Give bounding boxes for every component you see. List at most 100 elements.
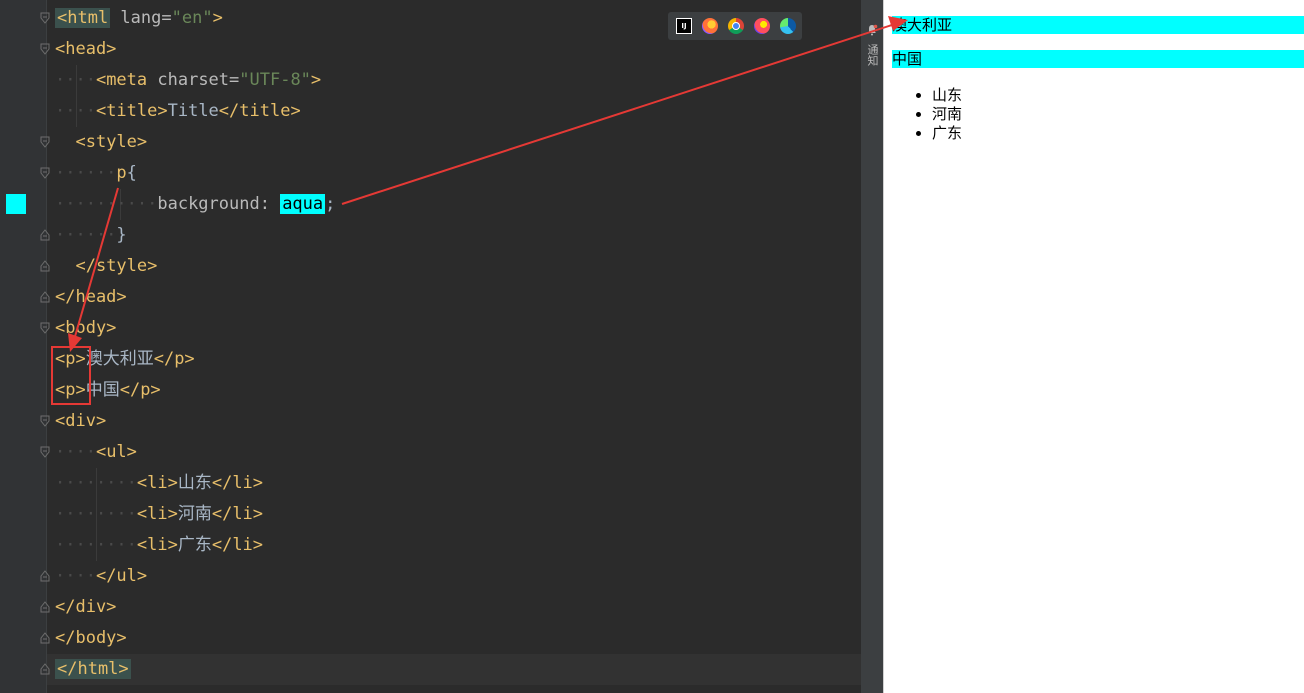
tag-close: </title> xyxy=(218,101,301,121)
whitespace: ···· xyxy=(55,70,96,90)
code-line-17[interactable]: ········<li>河南</li> xyxy=(55,499,263,530)
brace: { xyxy=(126,163,137,183)
code-line-9[interactable]: </style> xyxy=(55,251,157,282)
fold-marker-icon[interactable] xyxy=(40,632,50,644)
attr-name: lang= xyxy=(110,8,172,28)
css-value-aqua: aqua xyxy=(280,194,326,214)
code-line-10[interactable]: </head> xyxy=(55,282,127,313)
code-line-3[interactable]: ····<meta charset="UTF-8"> xyxy=(55,65,321,96)
current-line-highlight xyxy=(47,654,861,685)
fold-marker-icon[interactable] xyxy=(40,229,50,241)
whitespace: ···· xyxy=(55,442,96,462)
fold-marker-icon[interactable] xyxy=(40,415,50,427)
semicolon: ; xyxy=(325,194,336,214)
code-line-7[interactable]: ··········background: aqua; xyxy=(55,189,335,220)
html-close-tag: </html> xyxy=(55,659,131,679)
tag-content: 山东 xyxy=(177,473,212,493)
code-line-22[interactable]: </html> xyxy=(55,654,131,685)
code-line-4[interactable]: ····<title>Title</title> xyxy=(55,96,301,127)
edge-icon[interactable] xyxy=(780,18,796,34)
code-line-16[interactable]: ········<li>山东</li> xyxy=(55,468,263,499)
tag-open: <p> xyxy=(55,380,86,400)
code-line-18[interactable]: ········<li>广东</li> xyxy=(55,530,263,561)
tag-open: <title> xyxy=(95,101,168,121)
tag-content: 河南 xyxy=(177,504,212,524)
tag-close: </li> xyxy=(211,504,264,524)
code-line-8[interactable]: ······} xyxy=(55,220,127,251)
fold-marker-icon[interactable] xyxy=(40,260,50,272)
code-line-15[interactable]: ····<ul> xyxy=(55,437,137,468)
code-text: <style> xyxy=(75,132,148,152)
firefox-dev-icon[interactable] xyxy=(754,18,770,34)
fold-marker-icon[interactable] xyxy=(40,12,50,24)
code-line-14[interactable]: <div> xyxy=(55,406,106,437)
fold-marker-icon[interactable] xyxy=(40,43,50,55)
code-line-1[interactable]: <html lang="en"> xyxy=(55,3,223,34)
code-text: </style> xyxy=(75,256,158,276)
code-text: <head> xyxy=(55,39,117,59)
fold-marker-icon[interactable] xyxy=(40,663,50,675)
whitespace: ···· xyxy=(55,101,96,121)
color-preview-swatch[interactable] xyxy=(6,194,26,214)
browser-toolbar: IJ xyxy=(668,12,802,40)
fold-marker-icon[interactable] xyxy=(40,167,50,179)
code-text: </head> xyxy=(55,287,127,307)
code-line-11[interactable]: <body> xyxy=(55,313,116,344)
intellij-icon[interactable]: IJ xyxy=(676,18,692,34)
tag-close: </p> xyxy=(119,380,161,400)
list-item: 广东 xyxy=(932,124,962,143)
tag-open: <meta xyxy=(95,70,148,90)
fold-marker-icon[interactable] xyxy=(40,291,50,303)
code-line-13[interactable]: <p>中国</p> xyxy=(55,375,161,406)
css-selector: p xyxy=(116,163,127,183)
whitespace: ······ xyxy=(55,163,117,183)
editor-gutter xyxy=(0,0,46,693)
preview-list: 山东 河南 广东 xyxy=(914,86,962,143)
browser-preview: 澳大利亚 中国 山东 河南 广东 xyxy=(883,0,1304,693)
code-line-6[interactable]: ······p{ xyxy=(55,158,137,189)
code-line-20[interactable]: </div> xyxy=(55,592,116,623)
code-line-19[interactable]: ····</ul> xyxy=(55,561,147,592)
fold-marker-icon[interactable] xyxy=(40,570,50,582)
fold-marker-icon[interactable] xyxy=(40,446,50,458)
bell-icon[interactable] xyxy=(866,24,878,36)
tag-open: <p> xyxy=(55,349,86,369)
whitespace: ···· xyxy=(55,566,96,586)
whitespace: ········ xyxy=(55,473,137,493)
whitespace: ·········· xyxy=(55,194,158,214)
list-item: 河南 xyxy=(932,105,962,124)
chrome-icon[interactable] xyxy=(728,18,744,34)
code-text: <ul> xyxy=(95,442,137,462)
tag-open: <li> xyxy=(136,473,178,493)
attr-name: charset= xyxy=(147,70,240,90)
whitespace: ········ xyxy=(55,504,137,524)
tag-close: </li> xyxy=(211,535,264,555)
tag-close: </p> xyxy=(153,349,195,369)
tag-content: 广东 xyxy=(177,535,212,555)
tag-close: > xyxy=(310,70,322,90)
code-line-2[interactable]: <head> xyxy=(55,34,116,65)
code-line-21[interactable]: </body> xyxy=(55,623,127,654)
code-text: </div> xyxy=(55,597,117,617)
notifications-label[interactable]: 通知 xyxy=(864,44,880,66)
list-item: 山东 xyxy=(932,86,962,105)
fold-marker-icon[interactable] xyxy=(40,601,50,613)
code-text: <div> xyxy=(55,411,107,431)
fold-marker-icon[interactable] xyxy=(40,136,50,148)
code-text: </ul> xyxy=(95,566,148,586)
code-text: <body> xyxy=(55,318,117,338)
fold-marker-icon[interactable] xyxy=(40,322,50,334)
firefox-icon[interactable] xyxy=(702,18,718,34)
notifications-sidebar: 通知 xyxy=(861,0,883,693)
code-line-12[interactable]: <p>澳大利亚</p> xyxy=(55,344,195,375)
tag-close: > xyxy=(212,8,223,28)
code-editor[interactable]: <html lang="en"> <head> ····<meta charse… xyxy=(0,0,861,693)
tag-content: 中国 xyxy=(85,380,120,400)
preview-paragraph-2: 中国 xyxy=(892,50,1304,68)
code-line-5[interactable]: <style> xyxy=(55,127,147,158)
preview-paragraph-1: 澳大利亚 xyxy=(892,16,1304,34)
whitespace: ········ xyxy=(55,535,137,555)
attr-value: "UTF-8" xyxy=(239,70,311,90)
